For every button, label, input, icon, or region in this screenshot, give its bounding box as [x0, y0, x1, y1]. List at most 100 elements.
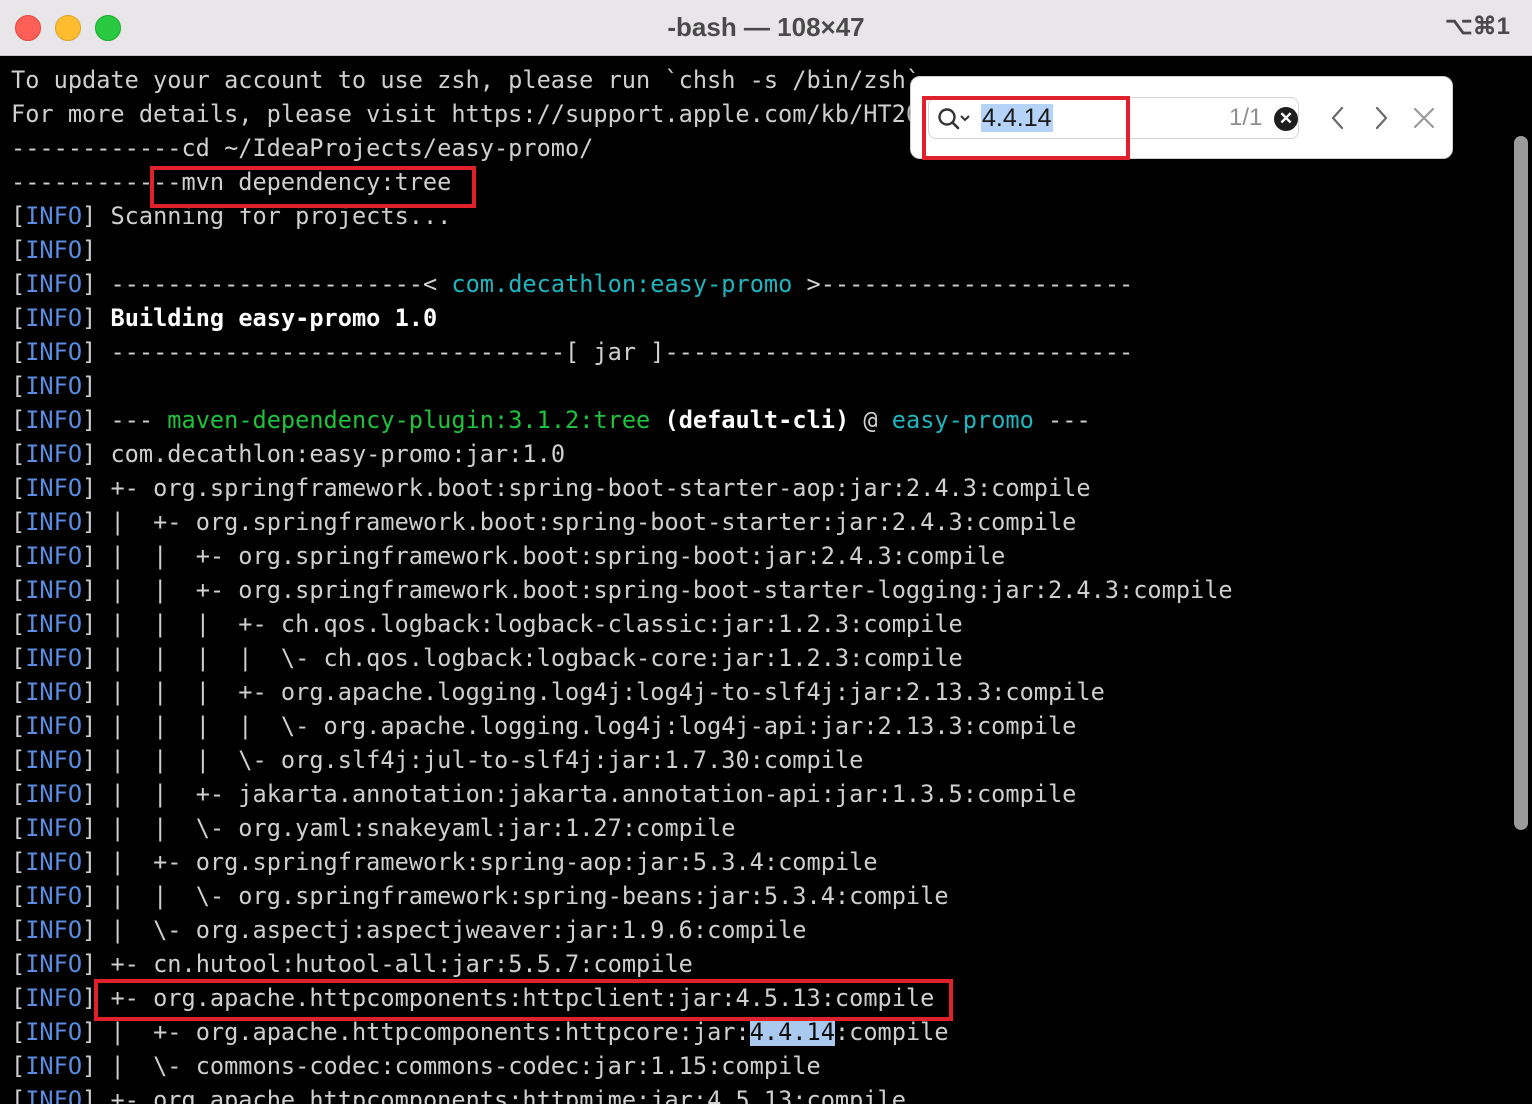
info-tag: [INFO] [11, 542, 97, 570]
annotation-box-find-query [922, 96, 1130, 160]
info-tag: [INFO] [11, 780, 97, 808]
line-text [650, 406, 664, 434]
info-tag: [INFO] [11, 1052, 97, 1080]
window-titlebar[interactable]: -bash — 108×47 ⌥⌘1 [0, 0, 1532, 56]
line-text: --- [96, 406, 168, 434]
info-tag: [INFO] [11, 610, 97, 638]
line-text: | | +- org.springframework.boot:spring-b… [96, 576, 1233, 604]
terminal-line: [INFO] | +- org.springframework.boot:spr… [11, 505, 1233, 539]
terminal-output[interactable]: To update your account to use zsh, pleas… [0, 56, 1532, 1104]
line-text: | +- org.springframework.boot:spring-boo… [96, 508, 1077, 536]
terminal-line: [INFO] --- maven-dependency-plugin:3.1.2… [11, 403, 1233, 437]
terminal-line: [INFO] | | | +- ch.qos.logback:logback-c… [11, 607, 1233, 641]
line-text: | | | +- ch.qos.logback:logback-classic:… [96, 610, 963, 638]
window-shortcut-label: ⌥⌘1 [1444, 13, 1510, 40]
previous-match-button[interactable] [1323, 103, 1353, 133]
line-text: +- cn.hutool:hutool-all:jar:5.5.7:compil… [96, 950, 693, 978]
line-text: @ [849, 406, 892, 434]
terminal-line: [INFO] | | | +- org.apache.logging.log4j… [11, 675, 1233, 709]
annotation-box-mvn-command [150, 166, 476, 208]
match-count: 1/1 [1229, 104, 1263, 131]
line-text: | | | +- org.apache.logging.log4j:log4j-… [96, 678, 1105, 706]
line-text: --- [1033, 406, 1091, 434]
terminal-line: [INFO] +- org.apache.httpcomponents:http… [11, 1083, 1233, 1104]
terminal-line: [INFO] --------------------------------[… [11, 335, 1233, 369]
line-text: com.decathlon:easy-promo [451, 270, 793, 298]
info-tag: [INFO] [11, 678, 97, 706]
line-text: | | | \- org.slf4j:jul-to-slf4j:jar:1.7.… [96, 746, 864, 774]
info-tag: [INFO] [11, 202, 97, 230]
line-text: | | \- org.yaml:snakeyaml:jar:1.27:compi… [96, 814, 736, 842]
info-tag: [INFO] [11, 746, 97, 774]
info-tag: [INFO] [11, 270, 97, 298]
info-tag: [INFO] [11, 508, 97, 536]
close-find-button[interactable] [1409, 103, 1439, 133]
line-text: Building easy-promo 1.0 [110, 304, 438, 332]
line-text: To update your account to use zsh, pleas… [11, 66, 935, 94]
info-tag: [INFO] [11, 440, 97, 468]
terminal-line: [INFO] com.decathlon:easy-promo:jar:1.0 [11, 437, 1233, 471]
terminal-line: [INFO] | | \- org.yaml:snakeyaml:jar:1.2… [11, 811, 1233, 845]
terminal-line: [INFO] ----------------------< com.decat… [11, 267, 1233, 301]
clear-search-icon[interactable]: ✕ [1274, 107, 1298, 131]
info-tag: [INFO] [11, 406, 97, 434]
terminal-line: [INFO] | | | | \- org.apache.logging.log… [11, 709, 1233, 743]
info-tag: [INFO] [11, 644, 97, 672]
terminal-line: [INFO] | \- org.aspectj:aspectjweaver:ja… [11, 913, 1233, 947]
info-tag: [INFO] [11, 712, 97, 740]
terminal-line: [INFO] | | +- org.springframework.boot:s… [11, 573, 1233, 607]
terminal-line: [INFO] +- cn.hutool:hutool-all:jar:5.5.7… [11, 947, 1233, 981]
line-text: | | \- org.springframework:spring-beans:… [96, 882, 949, 910]
line-text: | \- commons-codec:commons-codec:jar:1.1… [96, 1052, 821, 1080]
line-text: | +- org.apache.httpcomponents:httpcore:… [96, 1018, 750, 1046]
info-tag: [INFO] [11, 236, 97, 264]
info-tag: [INFO] [11, 338, 97, 366]
terminal-lines: To update your account to use zsh, pleas… [11, 63, 1233, 1104]
line-text: >---------------------- [792, 270, 1134, 298]
terminal-line: [INFO] | | | \- org.slf4j:jul-to-slf4j:j… [11, 743, 1233, 777]
line-text: | | | | \- ch.qos.logback:logback-core:j… [96, 644, 963, 672]
terminal-line: [INFO] | | | | \- ch.qos.logback:logback… [11, 641, 1233, 675]
info-tag: [INFO] [11, 372, 97, 400]
line-text: | \- org.aspectj:aspectjweaver:jar:1.9.6… [96, 916, 807, 944]
terminal-line: [INFO] [11, 233, 1233, 267]
search-match-highlight: 4.4.14 [749, 1018, 835, 1046]
info-tag: [INFO] [11, 882, 97, 910]
info-tag: [INFO] [11, 474, 97, 502]
info-tag: [INFO] [11, 576, 97, 604]
info-tag: [INFO] [11, 814, 97, 842]
terminal-line: [INFO] | | +- org.springframework.boot:s… [11, 539, 1233, 573]
info-tag: [INFO] [11, 304, 97, 332]
info-tag: [INFO] [11, 950, 97, 978]
line-text: maven-dependency-plugin:3.1.2:tree [167, 406, 651, 434]
scrollbar-thumb[interactable] [1514, 136, 1528, 830]
terminal-line: [INFO] [11, 369, 1233, 403]
info-tag: [INFO] [11, 848, 97, 876]
line-text: | | +- jakarta.annotation:jakarta.annota… [96, 780, 1077, 808]
terminal-line: [INFO] | | \- org.springframework:spring… [11, 879, 1233, 913]
line-text: +- org.apache.httpcomponents:httpmime:ja… [96, 1086, 906, 1104]
info-tag: [INFO] [11, 984, 97, 1012]
info-tag: [INFO] [11, 1086, 97, 1104]
terminal-line: [INFO] | \- commons-codec:commons-codec:… [11, 1049, 1233, 1083]
line-text: | | | | \- org.apache.logging.log4j:log4… [96, 712, 1077, 740]
line-text: easy-promo [891, 406, 1034, 434]
line-text: --------------------------------[ jar ]-… [96, 338, 1134, 366]
info-tag: [INFO] [11, 1018, 97, 1046]
line-text: (default-cli) [664, 406, 850, 434]
line-text: | +- org.springframework:spring-aop:jar:… [96, 848, 878, 876]
next-match-button[interactable] [1366, 103, 1396, 133]
line-text: | | +- org.springframework.boot:spring-b… [96, 542, 1006, 570]
line-text: :compile [834, 1018, 949, 1046]
window-title: -bash — 108×47 [667, 12, 865, 42]
terminal-line: [INFO] | +- org.springframework:spring-a… [11, 845, 1233, 879]
line-text [96, 304, 110, 332]
line-text: ----------------------< [96, 270, 452, 298]
line-text: +- org.springframework.boot:spring-boot-… [96, 474, 1091, 502]
line-text: ------------cd ~/IdeaProjects/easy-promo… [11, 134, 594, 162]
terminal-line: [INFO] | | +- jakarta.annotation:jakarta… [11, 777, 1233, 811]
line-text: For more details, please visit https://s… [11, 100, 992, 128]
terminal-line: [INFO] Building easy-promo 1.0 [11, 301, 1233, 335]
terminal-line: [INFO] +- org.springframework.boot:sprin… [11, 471, 1233, 505]
line-text: com.decathlon:easy-promo:jar:1.0 [96, 440, 566, 468]
